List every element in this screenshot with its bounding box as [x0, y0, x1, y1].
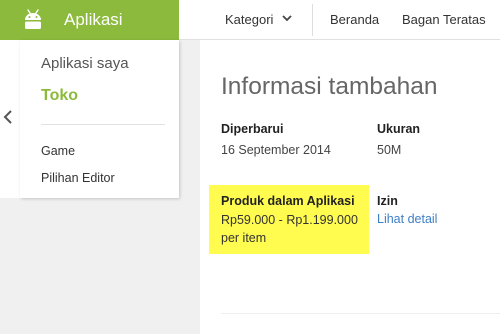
- size-value: 50M: [377, 143, 402, 157]
- nav-kategori-dropdown[interactable]: Kategori: [225, 12, 292, 27]
- updated-value: 16 September 2014: [221, 143, 331, 157]
- brand-label: Aplikasi: [64, 10, 123, 29]
- permissions-label: Izin: [377, 194, 398, 208]
- top-bar: Aplikasi Kategori Beranda Bagan Teratas: [0, 0, 500, 40]
- android-icon: [25, 9, 41, 29]
- menu-item-my-apps[interactable]: Aplikasi saya: [41, 55, 129, 72]
- menu-item-game[interactable]: Game: [41, 144, 75, 158]
- in-app-products-unit: per item: [221, 231, 267, 245]
- nav-beranda[interactable]: Beranda: [330, 12, 379, 27]
- in-app-products-price-range: Rp59.000 - Rp1.199.000: [221, 213, 358, 227]
- nav-kategori-label: Kategori: [225, 12, 274, 27]
- chevron-down-icon: [282, 15, 292, 22]
- nav-divider: [312, 4, 313, 36]
- chevron-left-icon[interactable]: [2, 109, 14, 125]
- section-divider: [221, 313, 500, 314]
- updated-label: Diperbarui: [221, 122, 284, 136]
- menu-item-store[interactable]: Toko: [41, 87, 78, 105]
- additional-info-card: Informasi tambahan Diperbarui 16 Septemb…: [200, 40, 500, 334]
- apps-brand-tab[interactable]: Aplikasi: [0, 0, 179, 40]
- in-app-products-label: Produk dalam Aplikasi: [221, 194, 355, 208]
- nav-bagan-teratas[interactable]: Bagan Teratas: [402, 12, 486, 27]
- menu-item-editors-choice[interactable]: Pilihan Editor: [41, 171, 115, 185]
- section-title: Informasi tambahan: [221, 73, 438, 100]
- size-label: Ukuran: [377, 122, 421, 136]
- permissions-details-link[interactable]: Lihat detail: [377, 212, 437, 226]
- side-menu-panel: Aplikasi saya Toko Game Pilihan Editor: [20, 40, 179, 198]
- menu-separator: [41, 124, 165, 125]
